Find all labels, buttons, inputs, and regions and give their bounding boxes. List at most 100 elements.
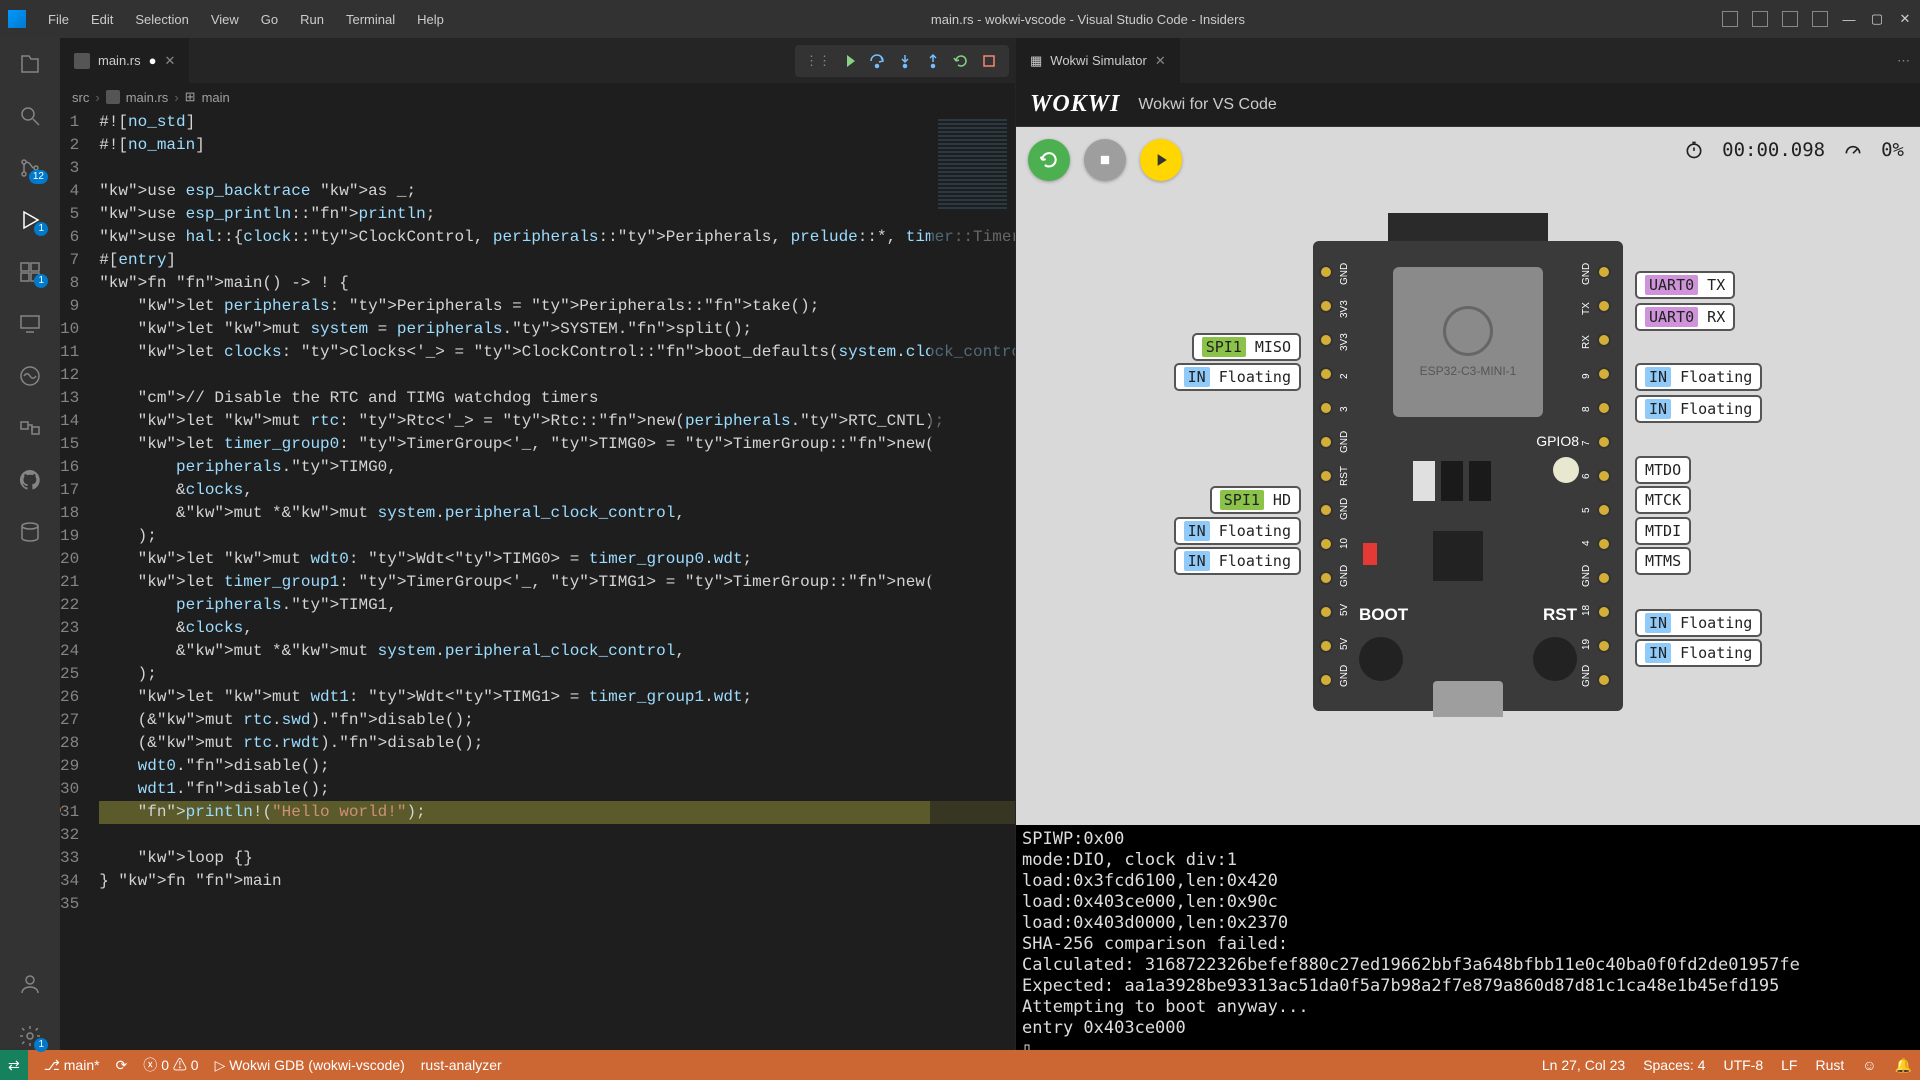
debug-session[interactable]: ▷ Wokwi GDB (wokwi-vscode)	[215, 1057, 405, 1074]
step-out-button[interactable]	[923, 51, 943, 71]
tab-main-rs[interactable]: main.rs ● ✕	[60, 38, 190, 83]
explorer-icon[interactable]	[16, 50, 44, 78]
scm-badge: 12	[29, 170, 48, 184]
sim-time: 00:00.098	[1722, 139, 1825, 161]
branch-icon[interactable]: ⎇ main*	[44, 1057, 100, 1074]
sim-tabs-row: ▦ Wokwi Simulator ✕ ⋯	[1016, 38, 1920, 83]
pins-right	[1597, 265, 1617, 687]
menu-file[interactable]: File	[38, 8, 79, 31]
breadcrumb-file[interactable]: main.rs	[126, 90, 169, 105]
sim-controls	[1028, 139, 1182, 181]
notifications-icon[interactable]: 🔔	[1895, 1057, 1912, 1074]
stopwatch-icon	[1684, 140, 1704, 160]
menu-help[interactable]: Help	[407, 8, 454, 31]
ext-badge: 1	[34, 274, 48, 288]
breadcrumb-symbol[interactable]: main	[202, 90, 230, 105]
remote-indicator[interactable]: ⇄	[0, 1050, 28, 1080]
board-switches	[1413, 461, 1491, 501]
step-into-button[interactable]	[895, 51, 915, 71]
gpio8-led	[1553, 457, 1579, 483]
close-button[interactable]: ✕	[1898, 12, 1912, 26]
tab-label: main.rs	[98, 53, 141, 68]
layout-left-icon[interactable]	[1722, 11, 1738, 27]
layout-right-icon[interactable]	[1782, 11, 1798, 27]
esp32-board[interactable]: ESP32-C3-MINI-1 GPIO8 BOOT RST	[1313, 241, 1623, 711]
tab-label: Wokwi Simulator	[1050, 53, 1147, 68]
maximize-button[interactable]: ▢	[1870, 12, 1884, 26]
debug-toolbar: ⋮⋮	[795, 45, 1009, 77]
drag-handle-icon[interactable]: ⋮⋮	[805, 53, 831, 69]
lsp-status[interactable]: rust-analyzer	[421, 1057, 502, 1073]
layout-bottom-icon[interactable]	[1752, 11, 1768, 27]
tab-modified-indicator: ●	[149, 53, 157, 68]
ports-icon[interactable]	[16, 414, 44, 442]
wokwi-subtitle: Wokwi for VS Code	[1138, 96, 1276, 114]
scm-icon[interactable]: 12	[16, 154, 44, 182]
sim-terminal[interactable]: SPIWP:0x00 mode:DIO, clock div:1 load:0x…	[1016, 825, 1920, 1050]
rust-file-icon	[74, 53, 90, 69]
play-sim-button[interactable]	[1140, 139, 1182, 181]
problems[interactable]: ⓧ 0 ⚠ 0	[143, 1055, 198, 1075]
pin-label: SPI1 HD	[1210, 486, 1301, 514]
pin-label: IN Floating	[1635, 609, 1762, 637]
editor-pane-right: ▦ Wokwi Simulator ✕ ⋯ WOKWI Wokwi for VS…	[1016, 38, 1920, 1050]
breadcrumb-src[interactable]: src	[72, 90, 89, 105]
pin-label: IN Floating	[1174, 363, 1301, 391]
rst-button[interactable]	[1533, 637, 1577, 681]
minimap[interactable]	[930, 111, 1015, 1050]
board-antenna	[1388, 213, 1548, 241]
menu-go[interactable]: Go	[251, 8, 288, 31]
extensions-icon[interactable]: 1	[16, 258, 44, 286]
settings-icon[interactable]: 1	[16, 1022, 44, 1050]
indent[interactable]: Spaces: 4	[1643, 1057, 1705, 1073]
language[interactable]: Rust	[1815, 1057, 1844, 1073]
titlebar-controls: — ▢ ✕	[1722, 11, 1912, 27]
feedback-icon[interactable]: ☺	[1862, 1057, 1876, 1073]
remote-explorer-icon[interactable]	[16, 310, 44, 338]
boot-button[interactable]	[1359, 637, 1403, 681]
encoding[interactable]: UTF-8	[1723, 1057, 1763, 1073]
continue-button[interactable]	[839, 51, 859, 71]
sync-icon[interactable]: ⟳	[116, 1057, 128, 1074]
window-title: main.rs - wokwi-vscode - Visual Studio C…	[454, 12, 1722, 27]
account-icon[interactable]	[16, 970, 44, 998]
wokwi-icon[interactable]	[16, 362, 44, 390]
tab-wokwi-simulator[interactable]: ▦ Wokwi Simulator ✕	[1016, 38, 1181, 83]
restart-button[interactable]	[951, 51, 971, 71]
pin-label: IN Floating	[1635, 395, 1762, 423]
code-editor[interactable]: 1234567891011121314151617181920212223242…	[60, 111, 1015, 1050]
menu-view[interactable]: View	[201, 8, 249, 31]
github-icon[interactable]	[16, 466, 44, 494]
rust-file-icon	[106, 90, 120, 104]
menu-terminal[interactable]: Terminal	[336, 8, 405, 31]
board-led-red	[1363, 543, 1377, 565]
sim-stats: 00:00.098 0%	[1684, 139, 1904, 161]
stop-sim-button[interactable]	[1084, 139, 1126, 181]
pins-left	[1319, 265, 1339, 687]
boot-label: BOOT	[1359, 605, 1408, 625]
step-over-button[interactable]	[867, 51, 887, 71]
close-icon[interactable]: ✕	[1155, 53, 1166, 69]
menubar: FileEditSelectionViewGoRunTerminalHelp	[38, 8, 454, 31]
menu-selection[interactable]: Selection	[125, 8, 198, 31]
menu-run[interactable]: Run	[290, 8, 334, 31]
stop-button[interactable]	[979, 51, 999, 71]
editor-pane-left: main.rs ● ✕ ⋮⋮ src ›	[60, 38, 1016, 1050]
code-lines[interactable]: #![no_std]#![no_main]"kw">use esp_backtr…	[99, 111, 1015, 1050]
debug-icon[interactable]: 1	[16, 206, 44, 234]
sql-icon[interactable]	[16, 518, 44, 546]
editor-actions-icon[interactable]: ⋯	[1897, 53, 1920, 69]
vscode-icon	[8, 10, 26, 28]
eol[interactable]: LF	[1781, 1057, 1797, 1073]
cursor-position[interactable]: Ln 27, Col 23	[1542, 1057, 1625, 1073]
layout-grid-icon[interactable]	[1812, 11, 1828, 27]
function-icon: ⊞	[185, 89, 196, 105]
breadcrumb[interactable]: src › main.rs › ⊞ main	[60, 83, 1015, 111]
close-icon[interactable]: ✕	[164, 53, 175, 69]
menu-edit[interactable]: Edit	[81, 8, 123, 31]
simulator-canvas[interactable]: 00:00.098 0% ESP32-C3-MINI-1 GPIO8	[1016, 127, 1920, 1050]
pin-label: IN Floating	[1174, 547, 1301, 575]
search-icon[interactable]	[16, 102, 44, 130]
restart-sim-button[interactable]	[1028, 139, 1070, 181]
minimize-button[interactable]: —	[1842, 12, 1856, 26]
